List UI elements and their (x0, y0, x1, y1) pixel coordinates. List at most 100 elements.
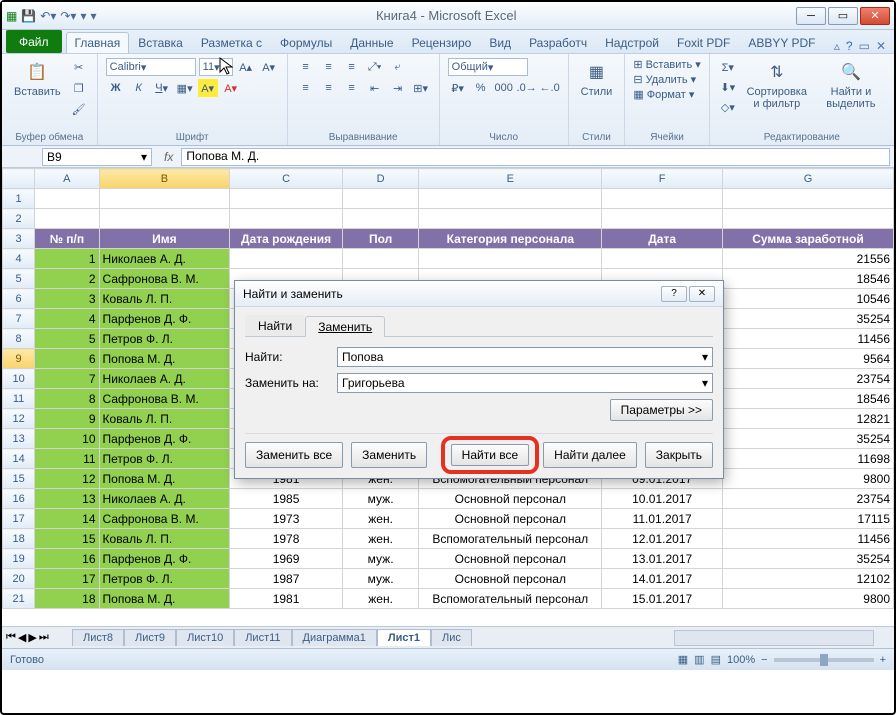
horizontal-scrollbar[interactable] (674, 630, 874, 646)
decrease-decimal-icon[interactable]: ←.0 (540, 79, 560, 97)
cell[interactable]: муж. (342, 549, 418, 569)
copy-icon[interactable]: ❐ (69, 79, 89, 97)
autosum-icon[interactable]: Σ▾ (718, 58, 738, 76)
cell[interactable]: 13.01.2017 (602, 549, 723, 569)
cell[interactable]: Парфенов Д. Ф. (99, 309, 230, 329)
row-header[interactable]: 6 (3, 289, 35, 309)
sheet-tab[interactable]: Лист1 (377, 629, 431, 646)
cell[interactable]: 23754 (722, 369, 893, 389)
row-header[interactable]: 15 (3, 469, 35, 489)
format-cells-button[interactable]: ▦ Формат ▾ (633, 88, 694, 101)
cell[interactable]: Коваль Л. П. (99, 409, 230, 429)
cell[interactable]: Николаев А. Д. (99, 369, 230, 389)
find-select-button[interactable]: 🔍 Найти и выделить (816, 58, 886, 112)
excel-icon[interactable]: ▦ (6, 9, 17, 23)
sheet-nav-first-icon[interactable]: ⏮ (6, 631, 16, 644)
dialog-titlebar[interactable]: Найти и заменить ? ✕ (235, 281, 723, 307)
column-header[interactable]: F (602, 169, 723, 189)
cell[interactable]: Основной персонал (419, 489, 602, 509)
cell[interactable]: Коваль Л. П. (99, 529, 230, 549)
cell[interactable]: Сафронова В. М. (99, 389, 230, 409)
dialog-help-button[interactable]: ? (661, 286, 687, 302)
find-all-button[interactable]: Найти все (451, 444, 530, 466)
cut-icon[interactable]: ✂ (69, 58, 89, 76)
cell[interactable]: 11.01.2017 (602, 509, 723, 529)
name-box[interactable]: B9▾ (42, 148, 152, 166)
row-header[interactable]: 9 (3, 349, 35, 369)
cell[interactable]: 23754 (722, 489, 893, 509)
ribbon-minimize-icon[interactable]: ▵ (834, 39, 840, 53)
tab-Вставка[interactable]: Вставка (129, 32, 192, 53)
sheet-tab[interactable]: Лист10 (176, 629, 234, 646)
row-header[interactable]: 16 (3, 489, 35, 509)
row-header[interactable]: 1 (3, 189, 35, 209)
sheet-tab[interactable]: Лис (431, 629, 472, 646)
cell[interactable]: 9 (35, 409, 99, 429)
cell[interactable]: жен. (342, 529, 418, 549)
cell[interactable]: Категория персонала (419, 229, 602, 249)
cell[interactable]: Дата рождения (230, 229, 343, 249)
cell[interactable]: Попова М. Д. (99, 469, 230, 489)
cell[interactable] (342, 249, 418, 269)
cell[interactable]: 9800 (722, 589, 893, 609)
cell[interactable] (35, 209, 99, 229)
row-header[interactable]: 12 (3, 409, 35, 429)
replace-input[interactable]: Григорьева▾ (337, 373, 713, 393)
font-color-icon[interactable]: A▾ (221, 79, 241, 97)
doc-close-icon[interactable]: ✕ (876, 39, 886, 53)
align-center-icon[interactable]: ≡ (319, 79, 339, 97)
cell[interactable]: 18 (35, 589, 99, 609)
cell[interactable]: 6 (35, 349, 99, 369)
cell[interactable] (419, 209, 602, 229)
cell[interactable]: 2 (35, 269, 99, 289)
cell[interactable]: 7 (35, 369, 99, 389)
save-icon[interactable]: 💾 (21, 9, 36, 23)
zoom-out-icon[interactable]: − (761, 654, 767, 666)
zoom-in-icon[interactable]: + (880, 654, 886, 666)
cell[interactable]: Сумма заработной (722, 229, 893, 249)
row-header[interactable]: 2 (3, 209, 35, 229)
cell[interactable]: Парфенов Д. Ф. (99, 429, 230, 449)
view-layout-icon[interactable]: ▥ (694, 653, 704, 666)
cell[interactable]: Основной персонал (419, 549, 602, 569)
tab-Вид[interactable]: Вид (480, 32, 520, 53)
tab-Разработч[interactable]: Разработч (520, 32, 596, 53)
cell[interactable] (35, 189, 99, 209)
bold-icon[interactable]: Ж (106, 79, 126, 97)
cell[interactable]: Имя (99, 229, 230, 249)
cell[interactable]: 35254 (722, 549, 893, 569)
column-header[interactable]: D (342, 169, 418, 189)
row-header[interactable]: 7 (3, 309, 35, 329)
increase-indent-icon[interactable]: ⇥ (388, 79, 408, 97)
currency-icon[interactable]: ₽▾ (448, 79, 468, 97)
cell[interactable]: Коваль Л. П. (99, 289, 230, 309)
cell[interactable] (230, 249, 343, 269)
cell[interactable] (342, 209, 418, 229)
cell[interactable]: 1981 (230, 589, 343, 609)
cell[interactable]: Сафронова В. М. (99, 269, 230, 289)
cell[interactable] (602, 189, 723, 209)
align-bottom-icon[interactable]: ≡ (342, 58, 362, 76)
cell[interactable]: Основной персонал (419, 569, 602, 589)
number-format-combo[interactable]: Общий ▾ (448, 58, 528, 76)
dialog-close-button[interactable]: ✕ (689, 286, 715, 302)
cell[interactable]: Дата (602, 229, 723, 249)
font-name-combo[interactable]: Calibri ▾ (106, 58, 196, 76)
cell[interactable]: 12 (35, 469, 99, 489)
shrink-font-icon[interactable]: A▾ (259, 58, 279, 76)
cell[interactable]: 11456 (722, 329, 893, 349)
sheet-tab[interactable]: Лист9 (124, 629, 176, 646)
cell[interactable]: муж. (342, 489, 418, 509)
maximize-button[interactable]: ▭ (828, 7, 858, 25)
cell[interactable]: Николаев А. Д. (99, 489, 230, 509)
replace-button[interactable]: Заменить (351, 442, 427, 468)
sheet-tab[interactable]: Диаграмма1 (292, 629, 377, 646)
cell[interactable]: 11 (35, 449, 99, 469)
row-header[interactable]: 10 (3, 369, 35, 389)
tab-file[interactable]: Файл (6, 30, 62, 53)
tab-Формулы[interactable]: Формулы (271, 32, 341, 53)
cell[interactable] (722, 189, 893, 209)
tab-Данные[interactable]: Данные (341, 32, 402, 53)
cell[interactable]: 9564 (722, 349, 893, 369)
row-header[interactable]: 13 (3, 429, 35, 449)
